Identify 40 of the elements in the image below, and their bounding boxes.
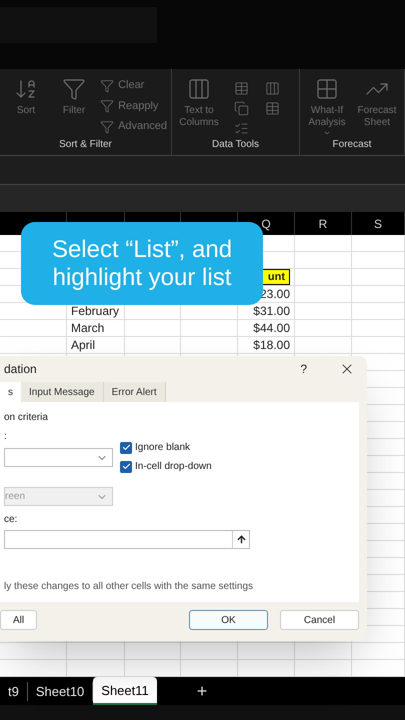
column-header: R: [318, 216, 328, 233]
table-cell-text: April: [71, 337, 96, 354]
columns-icon: [187, 77, 211, 102]
add-sheet-button[interactable]: +: [196, 678, 208, 705]
table-cell-text: $44.00: [253, 320, 290, 338]
table-cell-text: February: [71, 303, 120, 320]
field-label: :: [4, 430, 8, 444]
checkbox[interactable]: [120, 442, 132, 454]
table-cell-text: $31.00: [253, 303, 290, 320]
filter-icon: [100, 120, 114, 134]
dialog-tab[interactable]: Input Message: [21, 382, 104, 402]
dialog-button[interactable]: OK: [189, 610, 268, 630]
source-field[interactable]: [4, 530, 250, 549]
section-label: on criteria: [4, 411, 49, 425]
help-button[interactable]: ?: [300, 360, 307, 378]
group-label: Sort & Filter: [58, 138, 113, 152]
filter-icon: [62, 77, 86, 102]
dialog-title: dation: [4, 361, 38, 378]
column-header: S: [374, 216, 382, 233]
filter-icon: [100, 78, 114, 92]
checkbox-label: Ignore blank: [135, 441, 190, 455]
column-header: Q: [261, 216, 271, 233]
apply-text: ly these changes to all other cells with the same settings: [4, 580, 254, 594]
sheet-tab[interactable]: t9: [0, 682, 28, 702]
checkbox[interactable]: [120, 460, 132, 472]
dialog-tab[interactable]: s: [0, 382, 21, 402]
table-cell-text: March: [71, 320, 104, 338]
upload-icon: [236, 534, 246, 545]
sheet-tab[interactable]: Sheet11: [93, 677, 157, 706]
dialog-button[interactable]: Cancel: [280, 610, 359, 630]
filter-icon: [100, 99, 114, 113]
dialog-tab[interactable]: Error Alert: [104, 382, 166, 402]
allow-dropdown[interactable]: [4, 448, 113, 467]
field-label: ce:: [4, 513, 18, 527]
dialog-button[interactable]: All: [0, 610, 37, 630]
checkbox-label: In-cell drop-down: [135, 460, 212, 474]
table-cell-text: $18.00: [253, 337, 290, 354]
grid-icon: [315, 77, 339, 102]
group-label: Forecast: [332, 138, 372, 152]
group-label: Data Tools: [210, 138, 260, 152]
